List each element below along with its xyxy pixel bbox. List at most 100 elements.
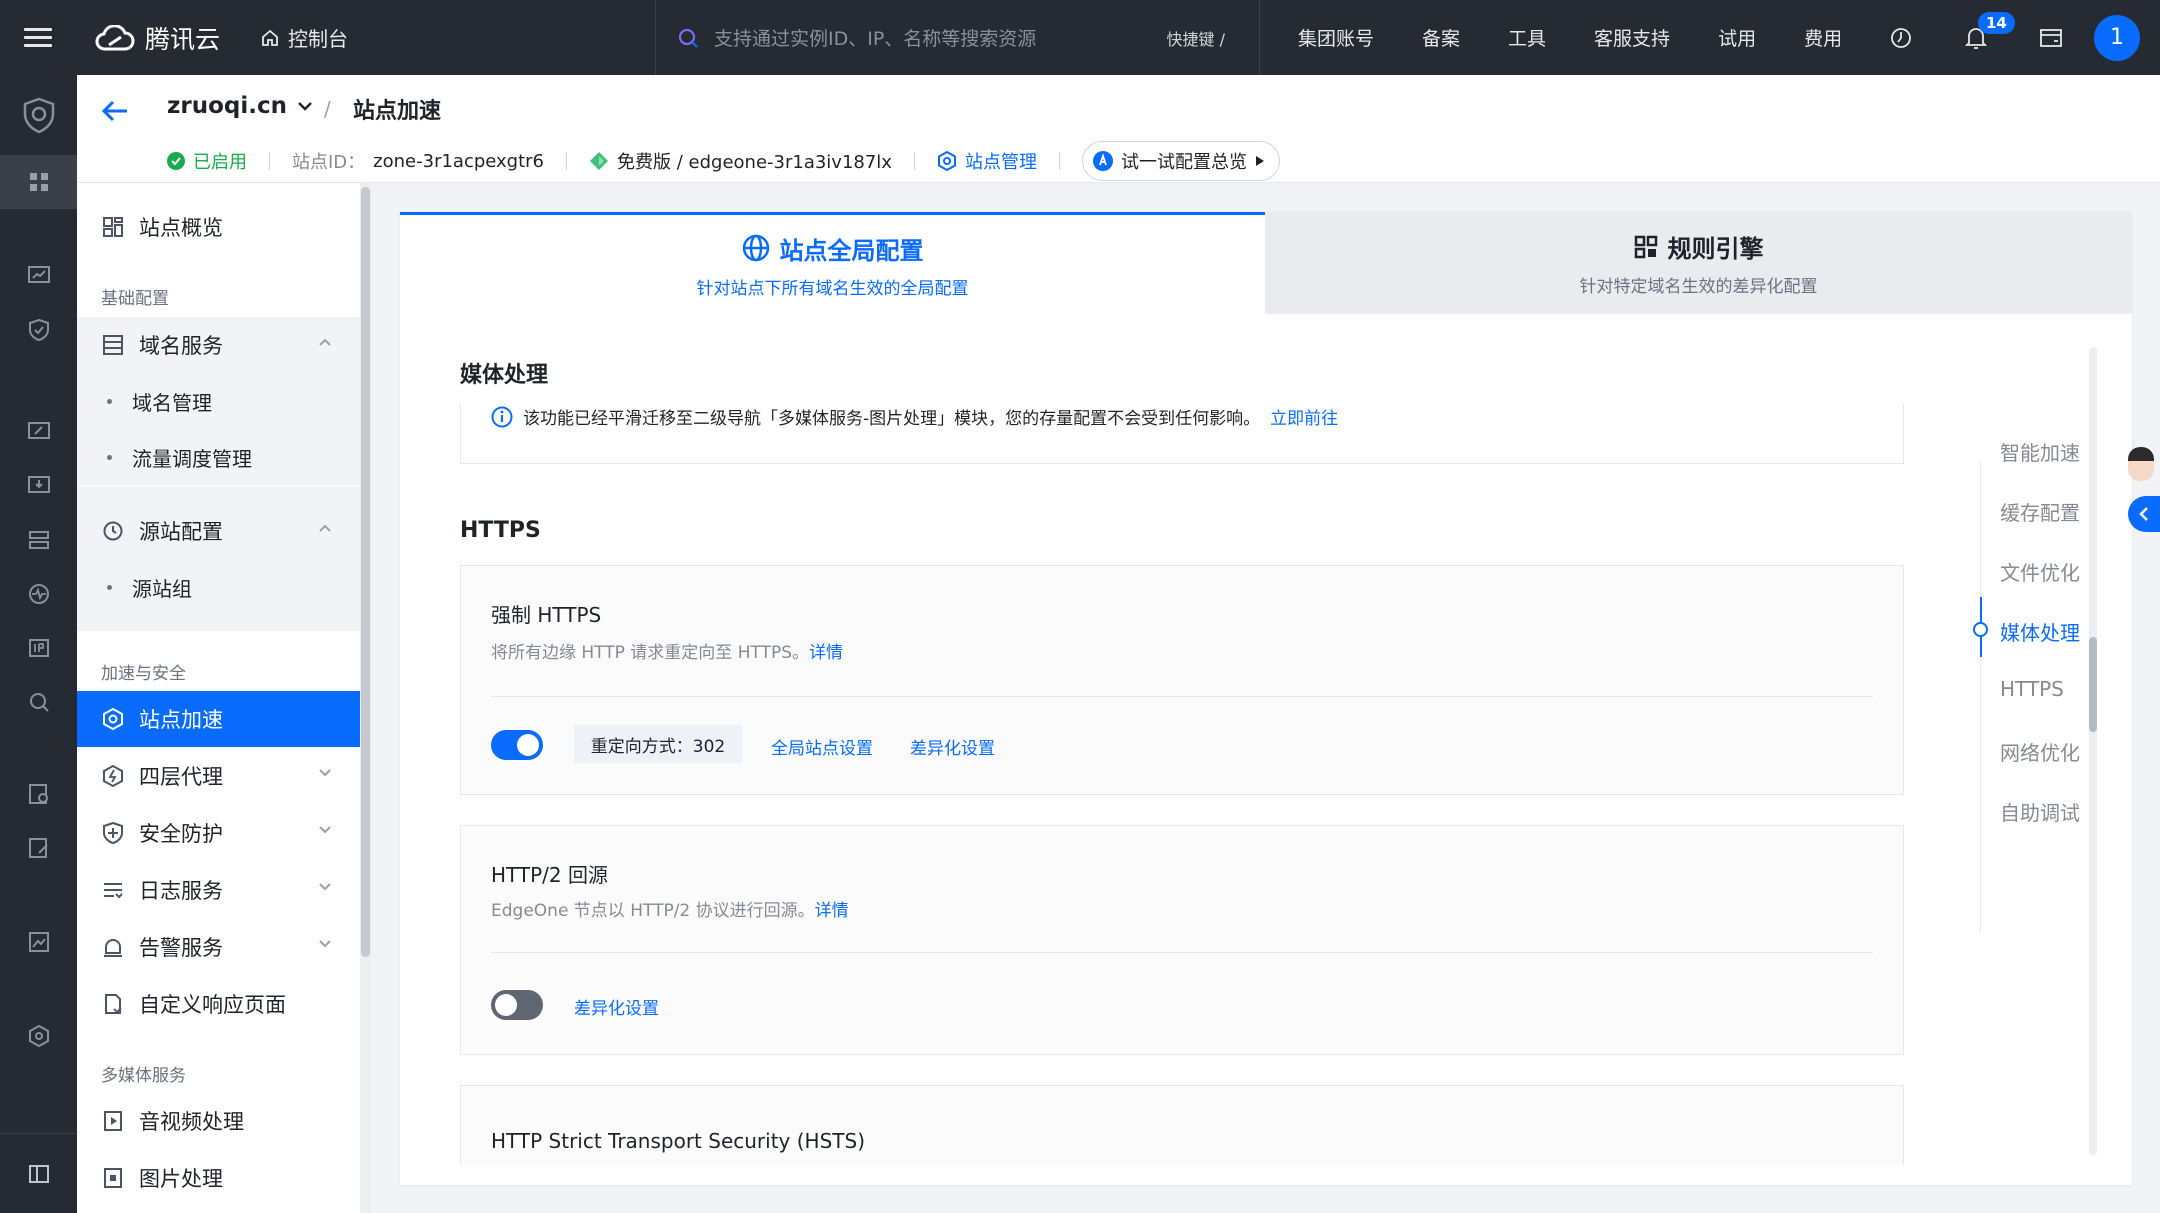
http2-details-link[interactable]: 详情 [815, 901, 849, 921]
magnify-icon[interactable] [0, 675, 77, 729]
nav-icp[interactable]: 备案 [1422, 24, 1460, 51]
chevron-down-icon [319, 769, 331, 777]
site-selector[interactable]: zruoqi.cn [167, 93, 313, 119]
diff-setting-link[interactable]: 差异化设置 [910, 734, 995, 759]
media-goto-link[interactable]: 立即前往 [1270, 404, 1338, 429]
sidebar-item-log-service[interactable]: 日志服务 [77, 862, 360, 918]
force-https-toggle[interactable] [491, 730, 543, 760]
cart-icon[interactable] [2013, 0, 2088, 75]
assistant-avatar-icon[interactable] [2128, 447, 2154, 481]
user-avatar[interactable]: 1 [2094, 14, 2140, 61]
anchor-item-smart-accel[interactable]: 智能加速 [2000, 437, 2080, 466]
doc-settings-icon[interactable] [0, 767, 77, 821]
console-link[interactable]: 控制台 [260, 23, 348, 52]
check-circle-icon [167, 152, 185, 170]
sidebar-item-alarm-service[interactable]: 告警服务 [77, 919, 360, 975]
plan-info[interactable]: 免费版 / edgeone-3r1a3iv187lx [589, 148, 892, 174]
doc-edit-icon[interactable] [0, 821, 77, 875]
redirect-mode-tag: 重定向方式：302 [574, 725, 742, 763]
history-icon [101, 519, 125, 543]
nav-trial[interactable]: 试用 [1718, 24, 1756, 51]
tab-subtitle: 针对站点下所有域名生效的全局配置 [696, 278, 969, 299]
status-text: 已启用 [193, 152, 247, 173]
ip-icon[interactable] [0, 621, 77, 675]
global-site-setting-link[interactable]: 全局站点设置 [771, 734, 873, 759]
sidebar-item-label: 图片处理 [139, 1167, 223, 1191]
notification-bell-icon[interactable]: 14 [1938, 0, 2015, 75]
site-manage-label: 站点管理 [964, 152, 1037, 173]
log-icon [101, 878, 125, 902]
sidebar-scrollbar[interactable] [360, 183, 371, 1213]
shortcut-hint: 快捷键 / [1166, 29, 1225, 49]
sidebar-item-label: 安全防护 [139, 822, 223, 846]
sidebar-item-site-accel[interactable]: 站点加速 [77, 691, 360, 747]
collapse-rail-icon[interactable] [0, 1133, 77, 1213]
nav-billing[interactable]: 费用 [1804, 24, 1842, 51]
nav-tools[interactable]: 工具 [1508, 24, 1546, 51]
tab-global-config[interactable]: 站点全局配置 针对站点下所有域名生效的全局配置 [400, 212, 1265, 314]
hexagon-icon[interactable] [0, 1009, 77, 1063]
chevron-down-icon [319, 883, 331, 891]
play-icon [1255, 156, 1264, 166]
brand-logo[interactable]: 腾讯云 [95, 20, 220, 56]
info-icon [491, 406, 513, 427]
dashboard-grid-icon[interactable] [0, 155, 77, 209]
chevron-left-icon [2139, 507, 2148, 521]
site-header: zruoqi.cn / 站点加速 已启用 站点ID： zone-3r1acpex… [77, 75, 2160, 183]
screen-edit-icon[interactable] [0, 405, 77, 459]
back-arrow-icon[interactable] [99, 95, 131, 127]
list-stack-icon[interactable] [0, 513, 77, 567]
sidebar-item-custom-page[interactable]: 自定义响应页面 [77, 976, 360, 1032]
sidebar-item-overview[interactable]: 站点概览 [77, 199, 360, 255]
sidebar-item-image-process[interactable]: 图片处理 [77, 1150, 360, 1206]
group-basic: 基础配置 [101, 289, 169, 309]
anchor-item-cache[interactable]: 缓存配置 [2000, 497, 2080, 526]
try-config-button[interactable]: 试一试配置总览 [1081, 141, 1280, 181]
sidebar-item-label: 站点概览 [139, 216, 223, 240]
sidebar-item-origin-config[interactable]: 源站配置 [77, 503, 360, 559]
anchor-item-file-opt[interactable]: 文件优化 [2000, 557, 2080, 586]
sidebar-item-domain-manage[interactable]: 域名管理 [77, 373, 360, 429]
screen-download-icon[interactable] [0, 459, 77, 513]
content-scrollbar[interactable] [2089, 347, 2097, 1155]
top-nav: 集团账号 备案 工具 客服支持 试用 费用 [1298, 0, 1890, 75]
http2-diff-setting-link[interactable]: 差异化设置 [574, 994, 659, 1019]
sidebar-item-label: 告警服务 [139, 936, 223, 960]
sidebar-item-security[interactable]: 安全防护 [77, 805, 360, 861]
console-label: 控制台 [288, 27, 349, 51]
menu-icon[interactable] [0, 0, 75, 75]
anchor-item-debug[interactable]: 自助调试 [2000, 797, 2080, 826]
sidebar-item-label: 自定义响应页面 [139, 993, 286, 1017]
compass-icon[interactable] [1863, 0, 1938, 75]
pulse-icon[interactable] [0, 567, 77, 621]
monitor-chart-icon[interactable] [0, 249, 77, 303]
expand-panel-button[interactable] [2128, 496, 2160, 532]
sidebar-item-origin-group[interactable]: 源站组 [77, 559, 360, 615]
shield-check-icon[interactable] [0, 303, 77, 357]
site-id-label: 站点ID： [292, 152, 366, 173]
site-manage-link[interactable]: 站点管理 [937, 148, 1037, 174]
shield-icon [101, 821, 125, 845]
hsts-title: HTTP Strict Transport Security (HSTS) [491, 1129, 865, 1153]
nav-support[interactable]: 客服支持 [1594, 24, 1670, 51]
media-notice-box: 该功能已经平滑迁移至二级导航「多媒体服务-图片处理」模块，您的存量配置不会受到任… [460, 404, 1904, 464]
video-icon [101, 1109, 125, 1133]
edgeone-shield-icon[interactable] [0, 75, 77, 155]
accel-icon [101, 707, 125, 731]
nav-group-account[interactable]: 集团账号 [1298, 24, 1374, 51]
product-rail [0, 75, 77, 1213]
sidebar-item-l4-proxy[interactable]: 四层代理 [77, 748, 360, 804]
try-config-label: 试一试配置总览 [1120, 152, 1247, 173]
anchor-item-https[interactable]: HTTPS [2000, 677, 2064, 701]
http2-origin-toggle[interactable] [491, 990, 543, 1020]
anchor-item-media[interactable]: 媒体处理 [2000, 617, 2080, 646]
rules-grid-icon [1634, 235, 1657, 258]
force-https-details-link[interactable]: 详情 [809, 643, 843, 663]
sidebar-item-domain-service[interactable]: 域名服务 [77, 317, 360, 373]
anchor-item-network[interactable]: 网络优化 [2000, 737, 2080, 766]
image-icon[interactable] [0, 915, 77, 969]
sidebar-item-traffic-schedule[interactable]: 流量调度管理 [77, 429, 360, 485]
resource-search[interactable]: 支持通过实例ID、IP、名称等搜索资源 快捷键 / [655, 0, 1260, 75]
sidebar-item-av-process[interactable]: 音视频处理 [77, 1093, 360, 1149]
globe-icon [742, 234, 769, 262]
